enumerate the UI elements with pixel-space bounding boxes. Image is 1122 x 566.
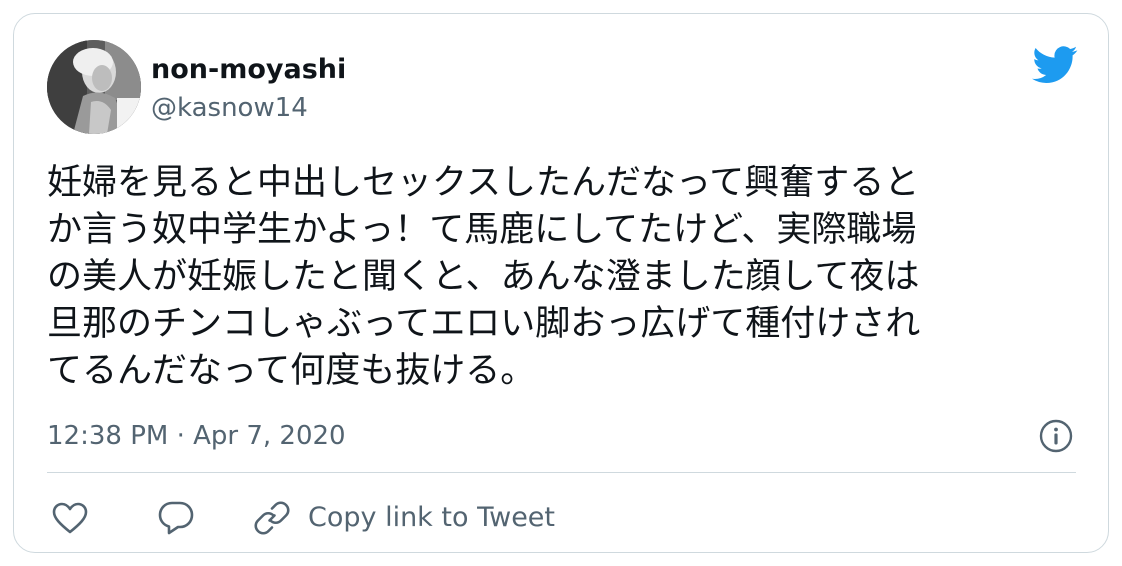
- author-handle[interactable]: @kasnow14: [151, 92, 308, 124]
- link-icon: [254, 501, 290, 535]
- tweet-card[interactable]: non-moyashi @kasnow14 妊婦を見ると中出しセックスしたんだな…: [13, 13, 1109, 553]
- copy-link-button[interactable]: Copy link to Tweet: [254, 500, 555, 536]
- avatar[interactable]: [47, 40, 141, 134]
- tweet-text: 妊婦を見ると中出しセックスしたんだなって興奮すると か言う奴中学生かよっ！て馬鹿…: [47, 163, 921, 391]
- like-button[interactable]: [51, 500, 89, 536]
- author-display-name[interactable]: non-moyashi: [151, 54, 346, 86]
- avatar-photo: [47, 40, 141, 134]
- info-icon[interactable]: [1038, 418, 1074, 454]
- divider: [47, 472, 1076, 473]
- heart-icon: [52, 502, 88, 534]
- twitter-bird-icon[interactable]: [1032, 45, 1078, 85]
- tweet-timestamp[interactable]: 12:38 PM · Apr 7, 2020: [47, 420, 346, 452]
- comment-icon: [158, 501, 194, 535]
- copy-link-label[interactable]: Copy link to Tweet: [308, 502, 555, 534]
- reply-button[interactable]: [157, 500, 195, 536]
